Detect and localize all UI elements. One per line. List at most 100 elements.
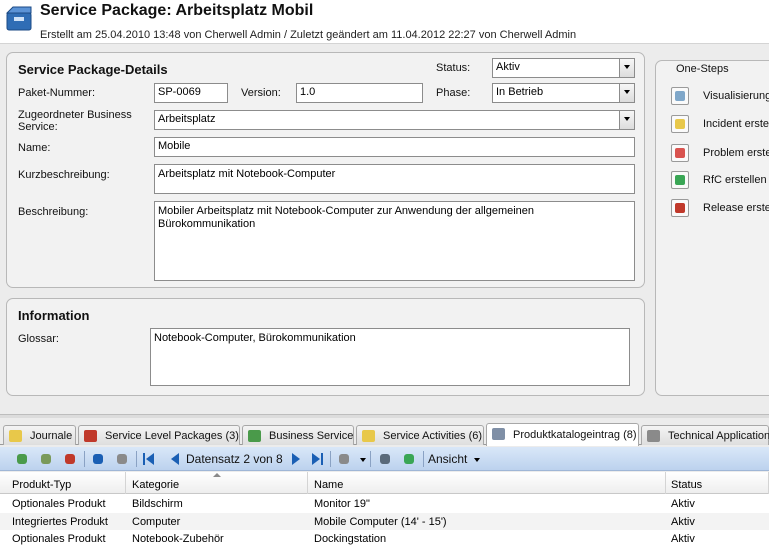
filter-icon[interactable]: [336, 451, 352, 467]
one-step-incident[interactable]: Incident erstellen: [671, 115, 769, 135]
cell-produkt-typ: Integriertes Produkt: [12, 516, 108, 528]
one-steps-title: One-Steps: [674, 63, 731, 75]
chevron-down-icon[interactable]: [474, 458, 480, 462]
record-header: Service Package: Arbeitsplatz Mobil Erst…: [0, 0, 769, 44]
one-step-label: Problem erstellen: [703, 147, 769, 159]
beschreibung-label: Beschreibung:: [18, 206, 89, 218]
one-step-label: RfC erstellen: [703, 174, 767, 186]
kurzbeschreibung-label: Kurzbeschreibung:: [18, 169, 110, 181]
view-menu-button[interactable]: Ansicht: [428, 452, 467, 466]
chevron-down-icon[interactable]: [360, 458, 366, 462]
phase-dropdown[interactable]: In Betrieb: [492, 83, 635, 103]
column-header-name[interactable]: Name: [310, 472, 666, 494]
name-field[interactable]: Mobile: [154, 137, 635, 157]
tab-label: Service Activities (6): [383, 430, 483, 442]
sort-ascending-icon: [213, 473, 221, 477]
column-header-produkt-typ[interactable]: Produkt-Typ: [8, 472, 126, 494]
wrench-icon: [647, 430, 660, 442]
cell-name: Monitor 19": [314, 498, 370, 510]
pane-splitter[interactable]: [0, 414, 769, 418]
business-service-dropdown[interactable]: Arbeitsplatz: [154, 110, 635, 130]
status-dropdown[interactable]: Aktiv: [492, 58, 635, 78]
toolbar-separator: [330, 451, 331, 467]
chevron-down-icon[interactable]: [619, 84, 634, 102]
chart-icon: [248, 430, 261, 442]
service-package-box-icon: [5, 6, 32, 31]
tab-label: Journale: [30, 430, 73, 442]
tab-business-service[interactable]: Business Service: [242, 425, 354, 445]
version-field[interactable]: 1.0: [296, 83, 423, 103]
one-step-visualisierung[interactable]: Visualisierung: [671, 87, 769, 107]
first-record-icon[interactable]: [146, 453, 154, 465]
tab-service-level-packages[interactable]: Service Level Packages (3): [78, 425, 240, 445]
related-tabs: Journale Service Level Packages (3) Busi…: [0, 423, 769, 446]
toolbar-separator: [370, 451, 371, 467]
toolbar-separator: [423, 451, 424, 467]
chevron-down-icon[interactable]: [619, 59, 634, 77]
link-record-icon[interactable]: [14, 451, 30, 467]
previous-record-icon[interactable]: [171, 453, 179, 465]
traffic-light-icon: [671, 144, 689, 162]
recycle-icon: [671, 171, 689, 189]
cell-kategorie: Notebook-Zubehör: [132, 533, 224, 545]
print-icon[interactable]: [377, 451, 393, 467]
one-step-release[interactable]: Release erstellen: [671, 199, 769, 219]
refresh-icon[interactable]: [90, 451, 106, 467]
view-record-icon[interactable]: [114, 451, 130, 467]
status-label: Status:: [436, 62, 471, 74]
glossar-field[interactable]: Notebook-Computer, Bürokommunikation: [150, 328, 630, 386]
next-record-icon[interactable]: [292, 453, 300, 465]
tab-label: Produktkatalogeintrag (8): [513, 429, 637, 441]
one-step-rfc[interactable]: RfC erstellen: [671, 171, 769, 191]
details-panel-title: Service Package-Details: [18, 62, 168, 77]
package-icon: [84, 430, 97, 442]
tab-produktkatalogeintrag[interactable]: Produktkatalogeintrag (8): [486, 423, 639, 446]
diagram-icon: [671, 87, 689, 105]
business-service-label: Zugeordneter Business Service:: [18, 109, 132, 133]
table-row[interactable]: Optionales Produkt Notebook-Zubehör Dock…: [0, 530, 769, 547]
kurzbeschreibung-field[interactable]: Arbeitsplatz mit Notebook-Computer: [154, 164, 635, 194]
paket-nummer-field[interactable]: SP-0069: [154, 83, 228, 103]
tab-journale[interactable]: Journale: [3, 425, 76, 445]
cell-status: Aktiv: [671, 533, 695, 545]
beschreibung-field[interactable]: Mobiler Arbeitsplatz mit Notebook-Comput…: [154, 201, 635, 281]
tab-label: Technical Application: [668, 430, 769, 442]
grid-header: Produkt-Typ Kategorie Name Status: [0, 472, 769, 494]
first-record-bar: [143, 453, 145, 465]
business-service-value: Arbeitsplatz: [158, 113, 216, 125]
tab-label: Service Level Packages (3): [105, 430, 239, 442]
one-step-label: Visualisierung: [703, 90, 769, 102]
one-steps-panel: [655, 60, 769, 396]
column-header-status[interactable]: Status: [667, 472, 769, 494]
cell-kategorie: Computer: [132, 516, 181, 528]
information-panel-title: Information: [18, 308, 90, 323]
record-position: Datensatz 2 von 8: [186, 452, 283, 466]
glossar-label: Glossar:: [18, 333, 59, 345]
cell-name: Dockingstation: [314, 533, 387, 545]
last-record-icon[interactable]: [312, 453, 320, 465]
tab-technical-application[interactable]: Technical Application: [641, 425, 769, 445]
cell-name: Mobile Computer (14' - 15'): [314, 516, 447, 528]
table-row[interactable]: Integriertes Produkt Computer Mobile Com…: [0, 513, 769, 530]
phase-label: Phase:: [436, 87, 471, 99]
unlink-icon[interactable]: [62, 451, 78, 467]
one-step-label: Incident erstellen: [703, 118, 769, 130]
person-icon: [671, 199, 689, 217]
chevron-down-icon[interactable]: [619, 111, 634, 129]
cell-produkt-typ: Optionales Produkt: [12, 498, 106, 510]
cell-kategorie: Bildschirm: [132, 498, 183, 510]
journal-icon: [9, 430, 22, 442]
tab-label: Business Service: [269, 430, 354, 442]
activity-icon: [362, 430, 375, 442]
produktkatalog-grid: Produkt-Typ Kategorie Name Status Option…: [0, 472, 769, 551]
name-label: Name:: [18, 142, 51, 154]
one-step-problem[interactable]: Problem erstellen: [671, 144, 769, 164]
export-icon[interactable]: [401, 451, 417, 467]
notepad-icon: [671, 115, 689, 133]
tab-service-activities[interactable]: Service Activities (6): [356, 425, 484, 445]
created-modified-info: Erstellt am 25.04.2010 13:48 von Cherwel…: [40, 29, 577, 41]
cell-produkt-typ: Optionales Produkt: [12, 533, 106, 545]
version-label: Version:: [241, 87, 281, 99]
chain-link-icon[interactable]: [38, 451, 54, 467]
table-row[interactable]: Optionales Produkt Bildschirm Monitor 19…: [0, 495, 769, 512]
